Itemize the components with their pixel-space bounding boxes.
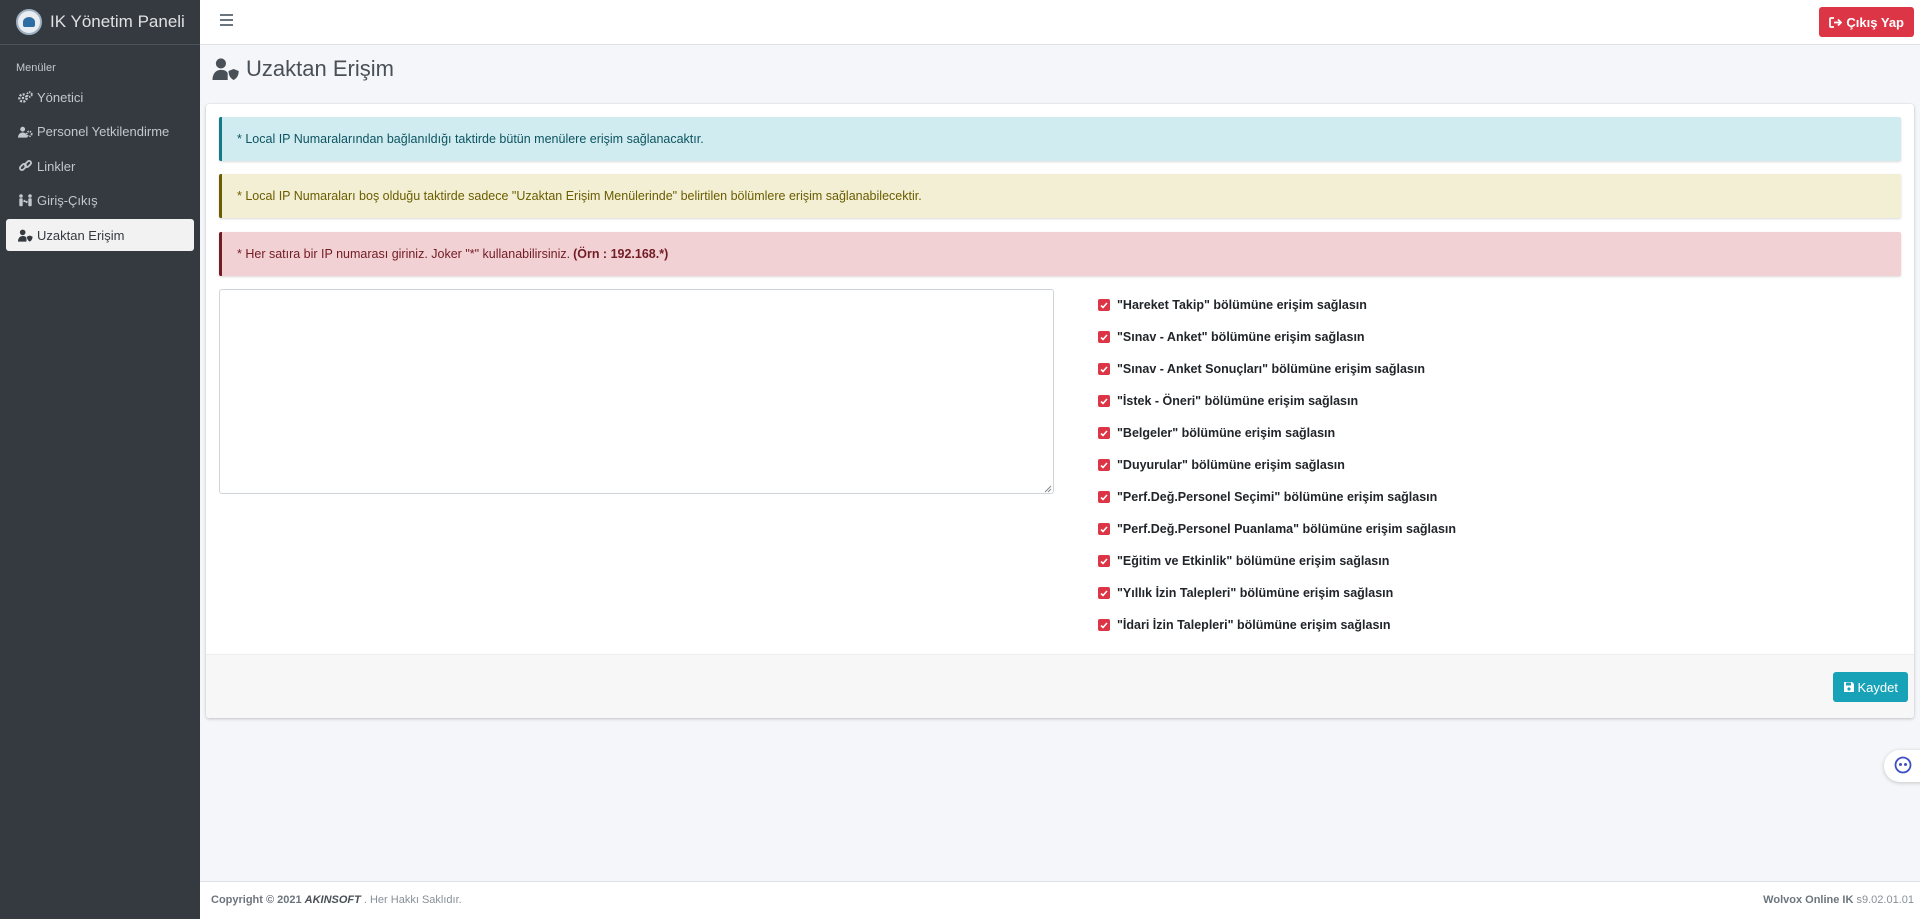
sign-out-icon xyxy=(1829,16,1843,28)
access-checkbox-list: "Hareket Takip" bölümüne erişim sağlasın… xyxy=(1098,289,1456,641)
sidebar-item-label: Uzaktan Erişim xyxy=(37,227,125,243)
checkbox-yillik-izin-talepleri[interactable]: "Yıllık İzin Talepleri" bölümüne erişim … xyxy=(1098,577,1456,609)
rights-text: . Her Hakkı Saklıdır. xyxy=(363,894,462,906)
brand-title: IK Yönetim Paneli xyxy=(50,12,185,31)
checkbox-hareket-takip[interactable]: "Hareket Takip" bölümüne erişim sağlasın xyxy=(1098,289,1456,321)
checkbox-istek-oneri[interactable]: "İstek - Öneri" bölümüne erişim sağlasın xyxy=(1098,385,1456,417)
checkbox-label: "Perf.Değ.Personel Seçimi" bölümüne eriş… xyxy=(1117,490,1438,504)
floppy-disk-icon xyxy=(1843,681,1855,693)
checkbox-perf-personel-secimi[interactable]: "Perf.Değ.Personel Seçimi" bölümüne eriş… xyxy=(1098,481,1456,513)
sidebar-item-label: Linkler xyxy=(37,158,76,174)
brand-logo-icon xyxy=(16,9,42,35)
sidebar-item-giris-cikis[interactable]: Giriş-Çıkış xyxy=(6,185,194,217)
checkbox-sinav-anket[interactable]: "Sınav - Anket" bölümüne erişim sağlasın xyxy=(1098,321,1456,353)
card-footer: Kaydet xyxy=(206,654,1914,718)
chat-widget-button[interactable] xyxy=(1884,750,1920,782)
checkbox-label: "İdari İzin Talepleri" bölümüne erişim s… xyxy=(1117,618,1391,632)
user-shield-icon xyxy=(18,229,33,242)
checkbox-checked-icon[interactable] xyxy=(1098,363,1110,375)
checkbox-sinav-anket-sonuclari[interactable]: "Sınav - Anket Sonuçları" bölümüne erişi… xyxy=(1098,353,1456,385)
checkbox-idari-izin-talepleri[interactable]: "İdari İzin Talepleri" bölümüne erişim s… xyxy=(1098,609,1456,641)
checkbox-label: "Eğitim ve Etkinlik" bölümüne erişim sağ… xyxy=(1117,554,1390,568)
checkbox-label: "Yıllık İzin Talepleri" bölümüne erişim … xyxy=(1117,586,1394,600)
brand-link[interactable]: IK Yönetim Paneli xyxy=(0,0,200,45)
product-name: Wolvox Online IK xyxy=(1763,894,1854,906)
top-navbar: Çıkış Yap xyxy=(200,0,1920,45)
checkbox-label: "İstek - Öneri" bölümüne erişim sağlasın xyxy=(1117,394,1359,408)
resize-grip-icon[interactable] xyxy=(1044,485,1052,493)
sidebar-item-label: Giriş-Çıkış xyxy=(37,193,98,208)
menu-header: Menüler xyxy=(16,62,56,74)
save-button[interactable]: Kaydet xyxy=(1832,672,1908,702)
checkbox-checked-icon[interactable] xyxy=(1098,427,1110,439)
gears-icon xyxy=(18,91,33,103)
sidebar-item-yonetici[interactable]: Yönetici xyxy=(6,81,194,113)
info-alert: * Local IP Numaralarından bağlanıldığı t… xyxy=(219,117,1901,161)
checkbox-perf-personel-puanlama[interactable]: "Perf.Değ.Personel Puanlama" bölümüne er… xyxy=(1098,513,1456,545)
danger-alert: * Her satıra bir IP numarası giriniz. Jo… xyxy=(219,232,1901,276)
checkbox-label: "Perf.Değ.Personel Puanlama" bölümüne er… xyxy=(1117,522,1457,536)
company-logo: AKINSOFT xyxy=(304,894,361,906)
menu-toggle-icon[interactable] xyxy=(220,14,233,26)
logout-label: Çıkış Yap xyxy=(1846,14,1904,30)
sidebar-item-label: Yönetici xyxy=(37,89,84,105)
people-arrows-icon xyxy=(18,194,33,207)
checkbox-label: "Duyurular" bölümüne erişim sağlasın xyxy=(1117,458,1345,472)
ip-numbers-textarea[interactable] xyxy=(219,289,1054,494)
sidebar-item-label: Personel Yetkilendirme xyxy=(37,124,170,139)
sidebar-item-linkler[interactable]: Linkler xyxy=(6,150,194,182)
info-alert-text: * Local IP Numaralarından bağlanıldığı t… xyxy=(237,132,704,146)
checkbox-label: "Sınav - Anket" bölümüne erişim sağlasın xyxy=(1117,330,1365,344)
danger-alert-text: * Her satıra bir IP numarası giriniz. Jo… xyxy=(237,247,571,261)
chat-bot-icon xyxy=(1894,756,1912,777)
checkbox-checked-icon[interactable] xyxy=(1098,555,1110,567)
page-footer: Copyright © 2021 AKINSOFT . Her Hakkı Sa… xyxy=(200,881,1920,919)
checkbox-checked-icon[interactable] xyxy=(1098,523,1110,535)
sidebar: IK Yönetim Paneli Menüler Yönetici Perso… xyxy=(0,0,200,919)
warning-alert-text: * Local IP Numaraları boş olduğu taktird… xyxy=(237,189,922,203)
link-icon xyxy=(18,159,33,173)
logout-button[interactable]: Çıkış Yap xyxy=(1819,7,1914,37)
checkbox-label: "Sınav - Anket Sonuçları" bölümüne erişi… xyxy=(1117,362,1425,376)
users-cog-icon xyxy=(18,126,33,138)
user-shield-icon xyxy=(212,58,240,80)
save-label: Kaydet xyxy=(1857,679,1898,695)
checkbox-label: "Hareket Takip" bölümüne erişim sağlasın xyxy=(1117,298,1367,312)
sidebar-item-uzaktan-erisim[interactable]: Uzaktan Erişim xyxy=(6,219,194,251)
footer-version: Wolvox Online IK s9.02.01.01 xyxy=(1763,894,1914,906)
warning-alert: * Local IP Numaraları boş olduğu taktird… xyxy=(219,174,1901,218)
footer-copyright: Copyright © 2021 AKINSOFT . Her Hakkı Sa… xyxy=(211,894,462,906)
checkbox-checked-icon[interactable] xyxy=(1098,619,1110,631)
danger-alert-example: (Örn : 192.168.*) xyxy=(573,247,669,261)
checkbox-belgeler[interactable]: "Belgeler" bölümüne erişim sağlasın xyxy=(1098,417,1456,449)
page-title: Uzaktan Erişim xyxy=(212,56,394,82)
checkbox-checked-icon[interactable] xyxy=(1098,299,1110,311)
copyright-text: Copyright © 2021 xyxy=(211,894,302,906)
checkbox-checked-icon[interactable] xyxy=(1098,587,1110,599)
checkbox-label: "Belgeler" bölümüne erişim sağlasın xyxy=(1117,426,1336,440)
checkbox-checked-icon[interactable] xyxy=(1098,491,1110,503)
remote-access-card: * Local IP Numaralarından bağlanıldığı t… xyxy=(206,104,1914,718)
page-title-text: Uzaktan Erişim xyxy=(246,56,394,81)
sidebar-item-personel-yetkilendirme[interactable]: Personel Yetkilendirme xyxy=(6,116,194,148)
version-text: s9.02.01.01 xyxy=(1856,894,1915,906)
checkbox-duyurular[interactable]: "Duyurular" bölümüne erişim sağlasın xyxy=(1098,449,1456,481)
checkbox-checked-icon[interactable] xyxy=(1098,459,1110,471)
checkbox-checked-icon[interactable] xyxy=(1098,331,1110,343)
checkbox-egitim-etkinlik[interactable]: "Eğitim ve Etkinlik" bölümüne erişim sağ… xyxy=(1098,545,1456,577)
checkbox-checked-icon[interactable] xyxy=(1098,395,1110,407)
